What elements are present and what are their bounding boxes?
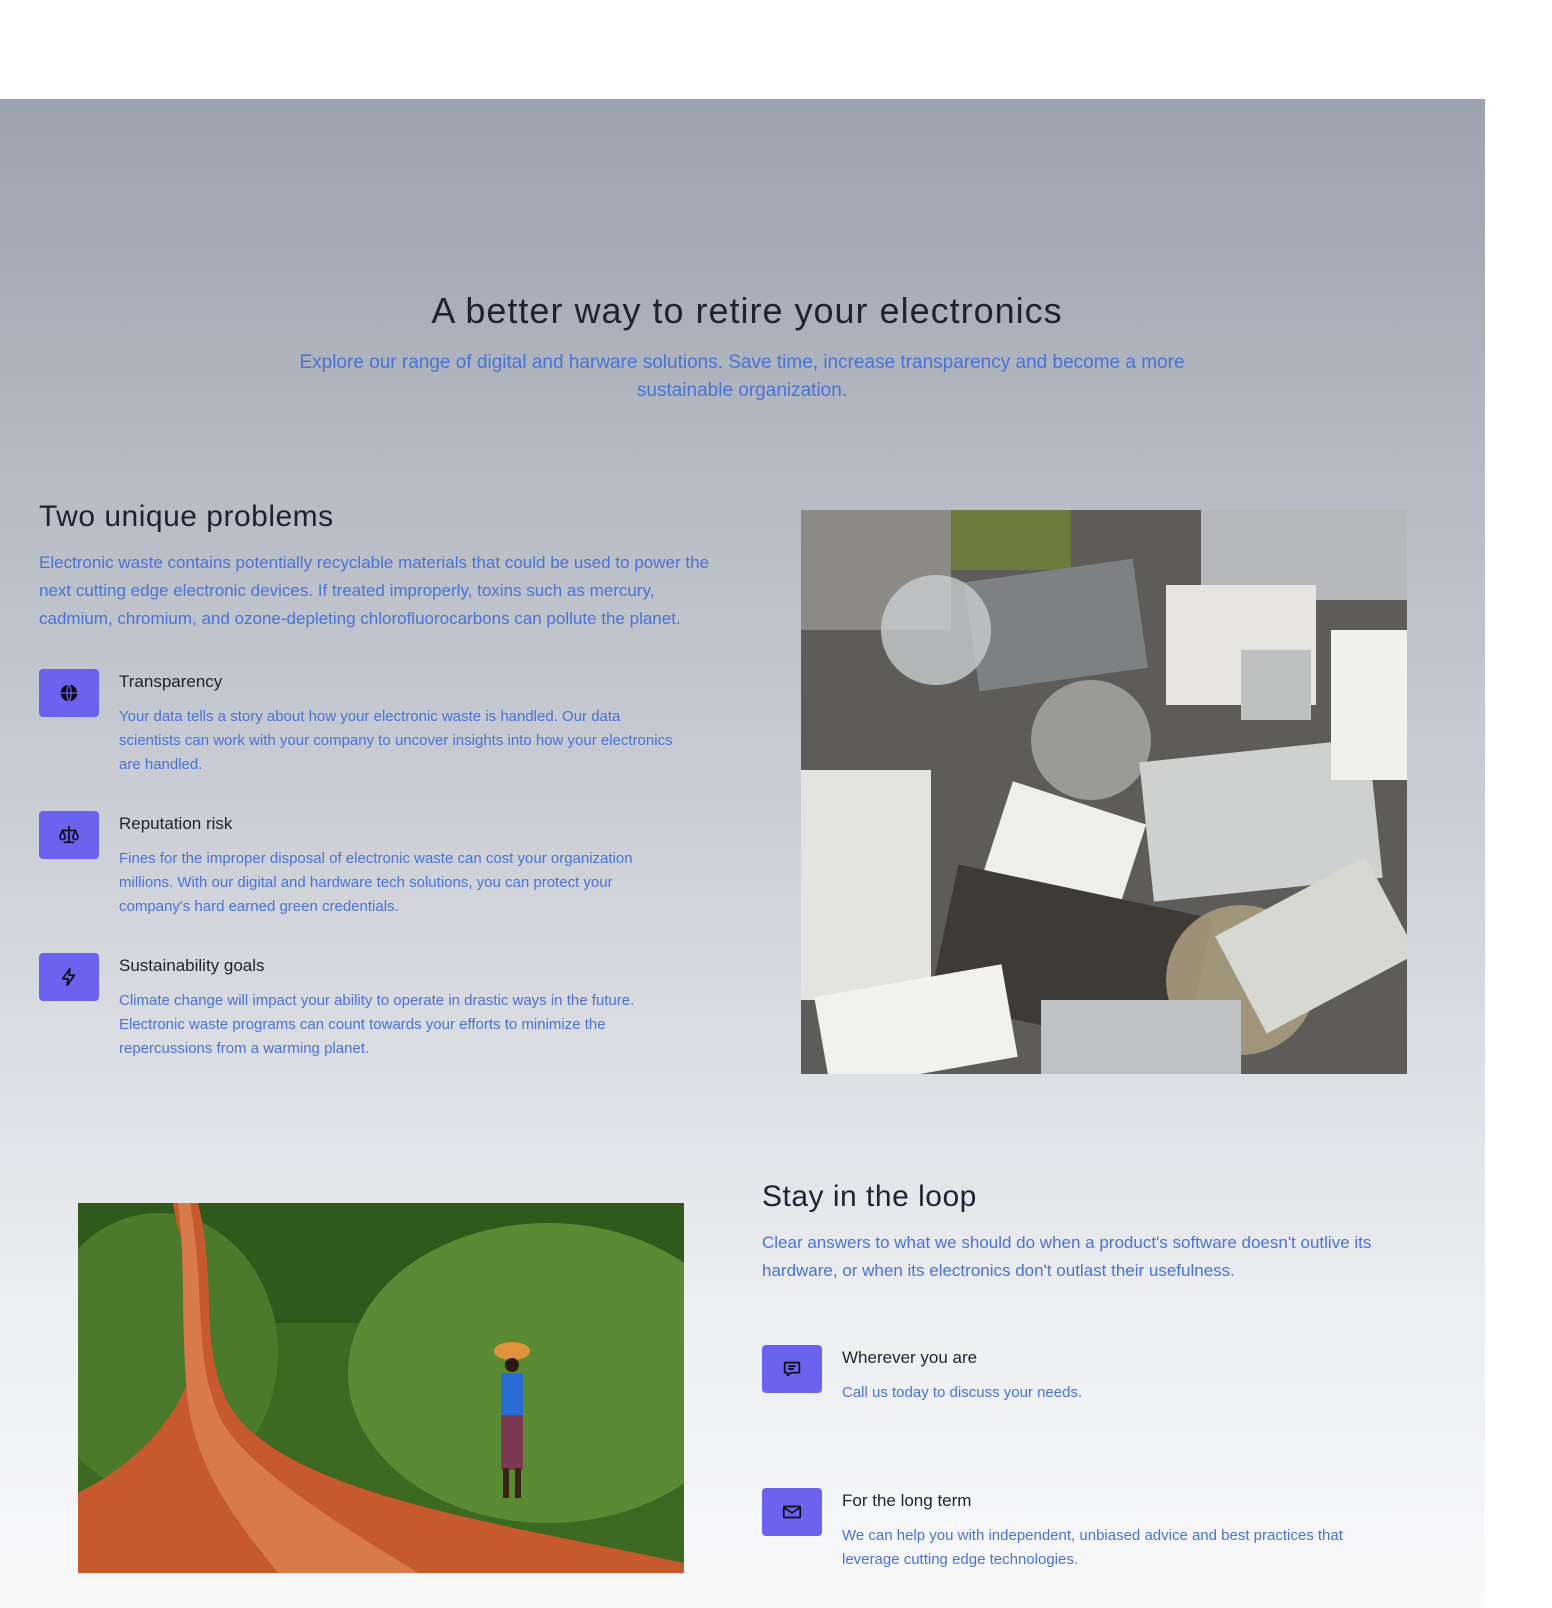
loop-feature-list: Wherever you are Call us today to discus… (762, 1345, 1422, 1608)
hero-subtitle: Explore our range of digital and harware… (299, 352, 1185, 401)
globe-icon (39, 669, 99, 717)
feature-text: Your data tells a story about how your e… (119, 708, 673, 773)
feature-title: Wherever you are (842, 1348, 978, 1367)
hero-title: A better way to retire your electronics (431, 290, 1063, 331)
feature-reputation-risk: Reputation risk Fines for the improper d… (39, 811, 719, 953)
feature-text: Fines for the improper disposal of elect… (119, 850, 633, 915)
feature-text: Call us today to discuss your needs. (842, 1384, 1083, 1401)
feature-long-term: For the long term We can help you with i… (762, 1488, 1422, 1608)
feature-text: Climate change will impact your ability … (119, 992, 635, 1057)
lightning-bolt-icon (39, 953, 99, 1001)
road-photo (78, 1203, 684, 1573)
feature-text: We can help you with independent, unbias… (842, 1527, 1343, 1568)
loop-lead: Clear answers to what we should do when … (762, 1233, 1372, 1280)
ewaste-photo (801, 510, 1407, 1074)
feature-title: Sustainability goals (119, 956, 265, 975)
feature-transparency: Transparency Your data tells a story abo… (39, 669, 719, 811)
feature-title: Reputation risk (119, 814, 233, 833)
envelope-icon (762, 1488, 822, 1536)
feature-sustainability-goals: Sustainability goals Climate change will… (39, 953, 719, 1095)
problems-block: Two unique problems Electronic waste con… (39, 497, 719, 1095)
loop-heading: Stay in the loop (762, 1180, 977, 1213)
feature-title: For the long term (842, 1491, 972, 1510)
chat-bubble-icon (762, 1345, 822, 1393)
feature-title: Transparency (119, 672, 223, 691)
feature-wherever-you-are: Wherever you are Call us today to discus… (762, 1345, 1422, 1488)
problems-feature-list: Transparency Your data tells a story abo… (39, 669, 719, 1095)
content-section: A better way to retire your electronics … (0, 99, 1485, 1608)
problems-heading: Two unique problems (39, 500, 334, 533)
scale-icon (39, 811, 99, 859)
top-spacer (0, 0, 1552, 99)
stay-in-loop-block: Stay in the loop Clear answers to what w… (762, 1177, 1422, 1608)
problems-lead: Electronic waste contains potentially re… (39, 553, 709, 628)
